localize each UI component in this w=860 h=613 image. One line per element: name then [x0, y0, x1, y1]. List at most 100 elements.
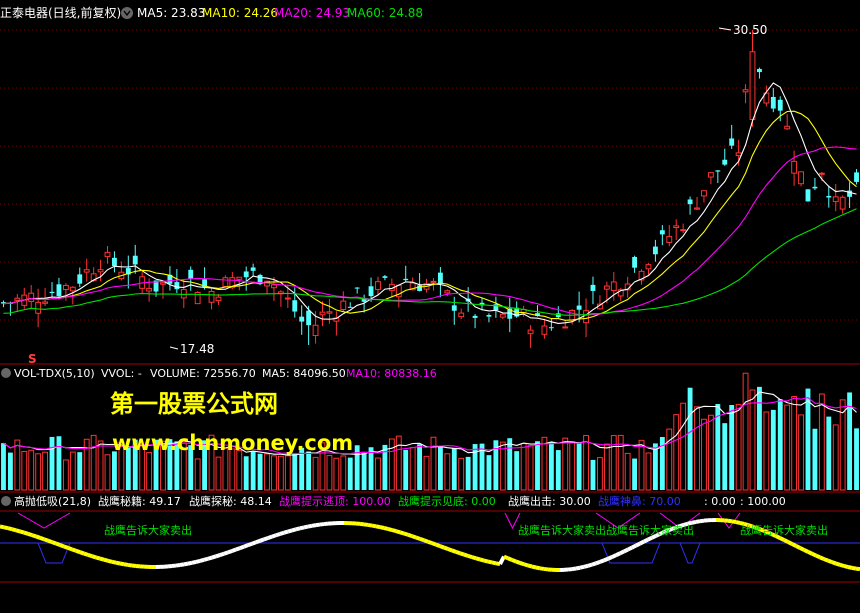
candle-body [749, 51, 756, 121]
candle-body [673, 225, 680, 229]
volume-bar [417, 444, 423, 490]
indicator-main-line [435, 542, 441, 548]
indicator-main-line [691, 519, 697, 525]
candle-body [77, 274, 83, 284]
indicator-main-line [607, 555, 613, 561]
volume-bar [784, 404, 791, 491]
indicator-main-line [235, 546, 241, 552]
volume-bar [395, 435, 402, 491]
volume-bar [839, 399, 846, 491]
volume-bar [250, 450, 256, 490]
candle-body [215, 296, 222, 302]
indicator-main-line [263, 536, 269, 542]
indicator-main-line [583, 563, 589, 569]
indicator-main-line [243, 543, 249, 549]
volume-bar [603, 443, 610, 491]
indicator-main-line [523, 562, 529, 568]
candle-body [35, 301, 42, 314]
indicator-main-line [291, 527, 297, 533]
candlestick-series [1, 30, 859, 348]
indicator-main-line [839, 562, 845, 568]
candle-body [562, 326, 569, 329]
indicator-main-line [363, 522, 369, 527]
candle-body [188, 269, 194, 279]
candle-body [610, 281, 617, 292]
volume-bar [638, 439, 645, 491]
volume-bar [423, 455, 430, 491]
indicator-main-line [379, 525, 385, 530]
indicator-main-line [599, 558, 605, 564]
dropdown-icon[interactable] [1, 368, 11, 378]
indicator-main-line [227, 549, 233, 555]
candle-body [49, 291, 55, 294]
indicator-main-line [575, 565, 581, 571]
candle-body [583, 310, 589, 324]
candle-body [42, 301, 49, 304]
candle-body [347, 306, 353, 308]
indicator-value-3: 战鹰提示逃顶: 100.00 [279, 494, 391, 508]
indicator-main-line [503, 554, 509, 561]
volume-bar [194, 458, 201, 491]
volume-bar [361, 451, 367, 490]
indicator-main-line [35, 534, 41, 540]
volume-bar [430, 436, 437, 491]
volume-bar [832, 424, 839, 491]
candle-body [805, 189, 811, 202]
volume-bar [257, 453, 263, 490]
volume-bar [562, 437, 569, 491]
volume-bar [569, 441, 576, 491]
indicator-dip [679, 542, 701, 564]
indicator-main-line [55, 541, 61, 547]
indicator-main-line [123, 562, 129, 567]
indicator-main-line [427, 539, 433, 546]
volume-bar [35, 453, 42, 491]
indicator-main-line [455, 549, 461, 556]
volume-bar [535, 441, 540, 490]
volume-bar [555, 450, 561, 490]
indicator-peak [17, 512, 71, 529]
indicator-main-line [43, 537, 49, 543]
indicator-main-line [795, 544, 801, 550]
indicator-main-line [647, 535, 653, 542]
indicator-main-line [295, 526, 301, 532]
indicator-main-line [639, 539, 645, 546]
candle-body [770, 96, 776, 109]
volume-bar [229, 448, 236, 491]
ma5-label: MA5: 23.83 [137, 6, 205, 20]
indicator-main-line [791, 542, 797, 548]
indicator-main-line [443, 545, 449, 551]
candle-body [451, 305, 457, 311]
indicator-main-line [307, 523, 313, 529]
indicator-main-line [95, 555, 101, 561]
volume-bar [403, 449, 409, 490]
indicator-main-line [783, 538, 789, 544]
indicator-main-line [315, 522, 321, 528]
volume-bar [576, 442, 582, 490]
indicator-main-line [403, 531, 409, 537]
volume-bar [590, 459, 596, 490]
indicator-main-line [0, 524, 5, 530]
candle-body [299, 316, 305, 322]
volume-bar [458, 457, 465, 491]
ma20-label: MA20: 24.93 [274, 6, 350, 20]
volume-bar [514, 451, 520, 490]
candle-body [784, 125, 791, 130]
indicator-main-line [439, 544, 445, 550]
sell-signal-marker: S [28, 352, 37, 366]
volume-bar [812, 428, 818, 490]
dropdown-icon[interactable] [1, 496, 11, 506]
dropdown-icon[interactable] [121, 7, 133, 19]
indicator-value-7: : 0.00 [704, 495, 736, 508]
indicator-main-line [219, 551, 225, 557]
indicator-main-line [207, 555, 213, 561]
indicator-value-8: : 100.00 [740, 495, 786, 508]
indicator-main-line [183, 561, 189, 567]
candle-body [28, 292, 35, 302]
indicator-main-line [823, 557, 829, 563]
indicator-main-line [423, 538, 429, 544]
indicator-main-line [23, 530, 29, 536]
indicator-main-line [483, 558, 489, 564]
indicator-main-line [83, 551, 89, 557]
indicator-main-line [467, 553, 473, 560]
indicator-main-line [287, 528, 293, 534]
